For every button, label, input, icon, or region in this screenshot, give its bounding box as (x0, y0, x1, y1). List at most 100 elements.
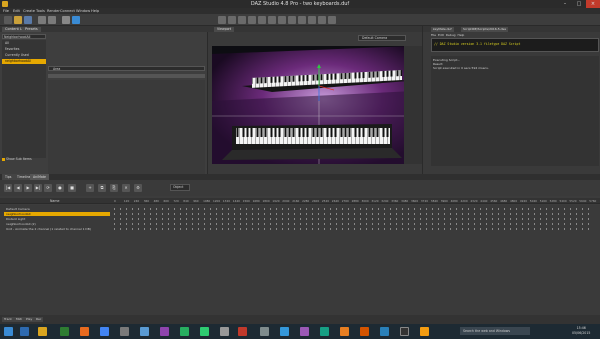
app-icon[interactable] (300, 327, 309, 336)
delete-icon[interactable]: ✕ (122, 184, 130, 192)
tab-script-file[interactable]: keyMate.duf (431, 27, 454, 32)
app-icon[interactable] (340, 327, 349, 336)
camera-selector[interactable]: Default Camera (358, 35, 406, 41)
taskbar-search-field[interactable]: Search the web and Windows (460, 327, 530, 335)
track-keyframes[interactable] (114, 218, 594, 220)
script-menu-debug[interactable]: Debug (446, 33, 456, 37)
app-icon[interactable] (200, 327, 209, 336)
menu-tools[interactable]: Tools (36, 9, 45, 13)
close-button[interactable]: × (586, 0, 600, 8)
category-all[interactable]: All (2, 41, 46, 46)
prev-frame-icon[interactable]: ◀ (14, 184, 22, 192)
rotate-tool-icon[interactable] (228, 16, 236, 24)
add-block-icon[interactable]: + (86, 184, 94, 192)
render-settings-icon[interactable] (62, 16, 70, 24)
menu-render[interactable]: Render (47, 9, 60, 13)
app-icon[interactable] (260, 327, 269, 336)
app-icon[interactable] (280, 327, 289, 336)
menu-create[interactable]: Create (23, 9, 35, 13)
category-currently-used[interactable]: Currently Used (2, 53, 46, 58)
aim-tool-icon[interactable] (328, 16, 336, 24)
open-icon[interactable] (14, 16, 22, 24)
menu-file[interactable]: File (3, 9, 9, 13)
go-start-icon[interactable]: |◀ (4, 184, 12, 192)
pin-tool-icon[interactable] (318, 16, 326, 24)
script-menu-file[interactable]: File (431, 33, 436, 37)
surface-tool-icon[interactable] (268, 16, 276, 24)
tab-script-path[interactable]: ScriptIDE/Scripts/2016-5.dsa (461, 27, 508, 32)
save-icon[interactable] (24, 16, 32, 24)
render-icon[interactable] (72, 16, 80, 24)
app-icon[interactable] (320, 327, 329, 336)
script-menu-help[interactable]: Help (457, 33, 464, 37)
track-row[interactable]: Distant Light (0, 217, 600, 221)
tab-rec[interactable]: Rec (34, 317, 44, 322)
geometry-editor-icon[interactable] (278, 16, 286, 24)
new-scene-icon[interactable] (4, 16, 12, 24)
tab-presets[interactable]: Presets (22, 27, 41, 32)
universal-tool-icon[interactable] (218, 16, 226, 24)
show-sub-items-checkbox[interactable]: Show Sub Items (2, 157, 32, 161)
viewport-nav-controls[interactable] (404, 46, 422, 164)
undo-icon[interactable] (38, 16, 46, 24)
tab-play[interactable]: Play (24, 317, 35, 322)
tab-viewport[interactable]: Viewport (214, 27, 235, 32)
daz-taskbar-icon[interactable] (400, 327, 409, 336)
firefox-icon[interactable] (80, 327, 89, 336)
tab-midi[interactable]: Midi (14, 317, 25, 322)
spot-render-icon[interactable] (298, 16, 306, 24)
app-icon[interactable] (160, 327, 169, 336)
track-keyframes[interactable] (114, 208, 594, 210)
region-nav-icon[interactable] (308, 16, 316, 24)
windows-start-icon[interactable] (4, 327, 13, 336)
excel-icon[interactable] (60, 327, 69, 336)
track-keyframes[interactable] (114, 213, 594, 215)
minimize-button[interactable]: – (558, 0, 572, 8)
app-icon[interactable] (120, 327, 129, 336)
translate-tool-icon[interactable] (238, 16, 246, 24)
object-selector[interactable]: Object (170, 184, 190, 191)
play-icon[interactable]: ▶ (24, 184, 32, 192)
scale-tool-icon[interactable] (248, 16, 256, 24)
menu-help[interactable]: Help (91, 9, 99, 13)
explorer-icon[interactable] (38, 327, 47, 336)
app-icon[interactable] (360, 327, 369, 336)
app-icon[interactable] (238, 327, 247, 336)
track-row[interactable]: neighborhoodAll (2) (0, 222, 600, 226)
node-weight-tool-icon[interactable] (258, 16, 266, 24)
tab-track[interactable]: Track (2, 317, 14, 322)
track-row[interactable]: neighborhoodAll (0, 212, 600, 216)
script-editor[interactable]: // DAZ Studio version 3.1 filetype DAZ S… (431, 38, 599, 52)
content-scrollbar[interactable] (48, 74, 205, 78)
category-neighborhood-all[interactable]: neighborhoodAll (2, 59, 46, 64)
app-icon[interactable] (180, 327, 189, 336)
stop-icon[interactable]: ■ (68, 184, 76, 192)
content-filter-field[interactable]: NeighborhoodAll (2, 34, 46, 39)
track-row[interactable]: Unit - Animate the 2 channel (1 related … (0, 227, 600, 231)
menu-connect[interactable]: Connect (60, 9, 75, 13)
content-search-field[interactable]: Area (48, 66, 205, 71)
record-icon[interactable]: ● (56, 184, 64, 192)
ie-icon[interactable] (20, 327, 29, 336)
app-icon[interactable] (380, 327, 389, 336)
redo-icon[interactable] (48, 16, 56, 24)
copy-icon[interactable]: ⧉ (98, 184, 106, 192)
track-keyframes[interactable] (114, 223, 594, 225)
app-icon[interactable] (420, 327, 429, 336)
menu-window[interactable]: Window (76, 9, 90, 13)
chrome-icon[interactable] (100, 327, 109, 336)
loop-icon[interactable]: ⟳ (44, 184, 52, 192)
track-keyframes[interactable] (114, 228, 594, 230)
menu-edit[interactable]: Edit (13, 9, 20, 13)
category-favorites[interactable]: Favorites (2, 47, 46, 52)
app-icon[interactable] (140, 327, 149, 336)
maximize-button[interactable]: □ (572, 0, 586, 8)
next-frame-icon[interactable]: ▶| (34, 184, 42, 192)
track-row[interactable]: Default Camera (0, 207, 600, 211)
script-menu-edit[interactable]: Edit (438, 33, 444, 37)
settings-icon[interactable]: ⚙ (134, 184, 142, 192)
3d-viewport[interactable] (212, 46, 414, 164)
joint-editor-icon[interactable] (288, 16, 296, 24)
app-icon[interactable] (220, 327, 229, 336)
paste-icon[interactable]: ⎘ (110, 184, 118, 192)
